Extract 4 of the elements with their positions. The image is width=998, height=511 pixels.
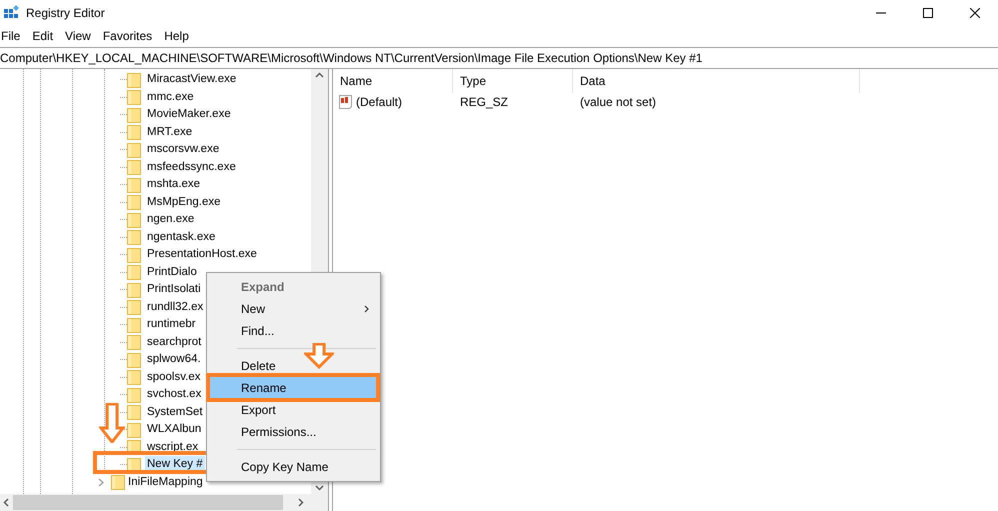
value-name: (Default) [356, 94, 402, 111]
value-data: (value not set) [580, 95, 656, 109]
value-type: REG_SZ [460, 95, 508, 109]
window-title: Registry Editor [26, 4, 105, 22]
